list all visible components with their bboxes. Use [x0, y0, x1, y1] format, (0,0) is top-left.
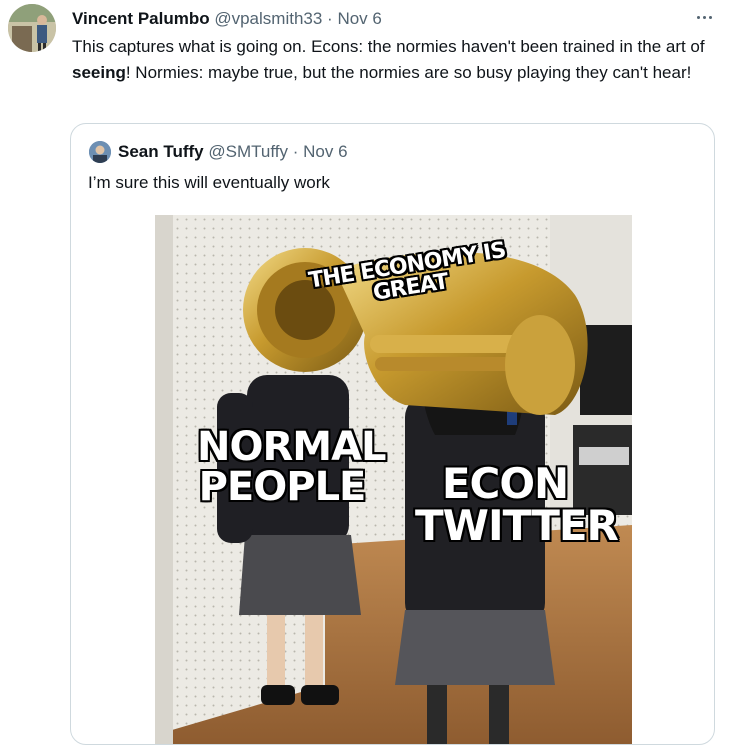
tweet-date[interactable]: Nov 6	[337, 9, 381, 28]
separator: ·	[327, 9, 333, 28]
quoted-author-avatar[interactable]	[89, 141, 111, 163]
meme-caption-right-line1: ECON	[441, 459, 569, 508]
quoted-tweet-header: Sean Tuffy @SMTuffy · Nov 6	[118, 141, 348, 163]
meme-caption-left: NORMAL PEOPLE	[197, 424, 387, 510]
meme-caption-left-line2: PEOPLE	[198, 464, 367, 510]
quoted-tweet-date[interactable]: Nov 6	[303, 142, 347, 161]
tweet-text-part: ! Normies: maybe true, but the normies a…	[125, 63, 692, 82]
separator: ·	[292, 142, 299, 161]
quoted-author-name[interactable]: Sean Tuffy	[118, 142, 204, 161]
meme-caption-right-line2: TWITTER	[415, 501, 619, 550]
tweet-text: This captures what is going on. Econs: t…	[72, 34, 722, 86]
quoted-tweet-text: I’m sure this will eventually work	[88, 173, 330, 192]
author-handle[interactable]: @vpalsmith33	[214, 9, 322, 28]
more-dots-icon[interactable]	[691, 7, 717, 27]
meme-caption-right: ECON TWITTER	[415, 459, 619, 550]
tweet-text-bold: seeing	[72, 63, 126, 82]
quoted-author-handle[interactable]: @SMTuffy	[208, 142, 288, 161]
tweet-text-part: This captures what is going on. Econs: t…	[72, 37, 710, 56]
author-name[interactable]: Vincent Palumbo	[72, 9, 210, 28]
tweet: Vincent Palumbo @vpalsmith33 · Nov 6 Thi…	[0, 0, 739, 745]
meme-caption-left-line1: NORMAL	[197, 424, 387, 470]
author-avatar[interactable]	[8, 4, 56, 52]
quoted-tweet[interactable]: Sean Tuffy @SMTuffy · Nov 6 I’m sure thi…	[70, 123, 715, 745]
meme-image[interactable]: THE ECONOMY IS GREAT NORMAL PEOPLE ECON …	[155, 215, 632, 744]
tweet-header: Vincent Palumbo @vpalsmith33 · Nov 6	[72, 8, 719, 30]
